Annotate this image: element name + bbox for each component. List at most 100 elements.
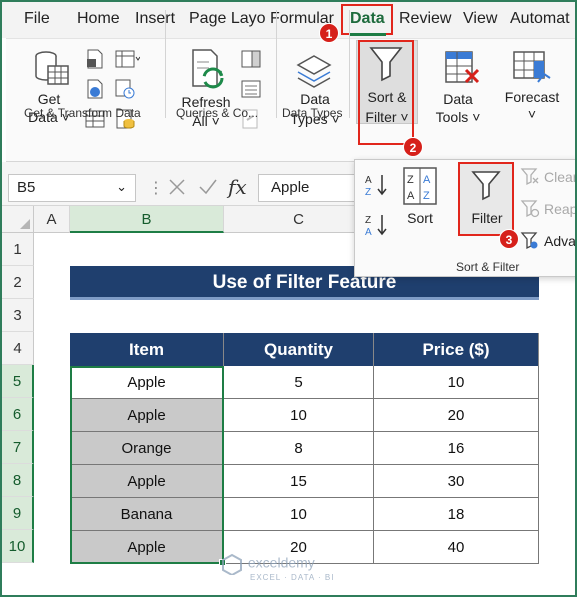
table-header-quantity[interactable]: Quantity (224, 333, 374, 366)
reapply-icon (520, 200, 540, 218)
svg-text:A: A (407, 190, 415, 202)
enter-check-icon[interactable] (198, 178, 218, 196)
svg-text:A: A (365, 227, 372, 238)
properties-icon[interactable] (240, 78, 262, 100)
advanced-filter-icon[interactable] (520, 230, 540, 250)
table-cell[interactable]: 15 (224, 465, 374, 498)
data-tools-icon (445, 51, 480, 84)
row-header-6[interactable]: 6 (2, 398, 34, 431)
step-badge-2: 2 (403, 137, 423, 157)
step-badge-3: 3 (499, 229, 519, 249)
svg-text:A: A (423, 174, 431, 186)
row-header-3[interactable]: 3 (2, 299, 34, 332)
group-label-data-types: Data Types (282, 106, 343, 120)
column-header-a[interactable]: A (34, 206, 70, 233)
table-cell[interactable]: 20 (374, 399, 539, 432)
sort-button[interactable]: Sort (398, 209, 442, 227)
tab-review[interactable]: Review (399, 10, 451, 28)
from-table-icon[interactable] (114, 48, 140, 70)
watermark-tagline: EXCEL · DATA · BI (250, 573, 335, 582)
svg-text:Z: Z (423, 190, 430, 202)
row-header-1[interactable]: 1 (2, 233, 34, 266)
from-web-icon[interactable] (84, 78, 106, 100)
tab-home[interactable]: Home (77, 10, 120, 28)
more-options-icon[interactable]: ⋮ (148, 178, 164, 198)
formula-input-value: Apple (271, 179, 310, 196)
clear-filter-icon (520, 168, 539, 186)
table-cell[interactable]: Orange (70, 432, 224, 465)
reapply-button: Reap (544, 201, 577, 217)
tab-automate[interactable]: Automat (510, 10, 570, 28)
group-separator (165, 10, 166, 118)
svg-text:A: A (365, 175, 372, 186)
group-separator (276, 10, 277, 118)
row-header-9[interactable]: 9 (2, 497, 34, 530)
tab-page-layout[interactable]: Page Layo (189, 10, 266, 28)
table-cell[interactable]: 8 (224, 432, 374, 465)
watermark-logo-icon (222, 553, 242, 577)
queries-connections-icon[interactable] (240, 48, 262, 70)
insert-function-icon[interactable]: fx (228, 175, 247, 199)
forecast-icon (513, 51, 551, 83)
table-cell[interactable]: 40 (374, 531, 539, 564)
from-text-icon[interactable] (84, 48, 106, 70)
row-header-10[interactable]: 10 (2, 530, 34, 563)
table-cell[interactable]: 5 (224, 366, 374, 399)
tab-view[interactable]: View (463, 10, 497, 28)
table-cell[interactable]: Apple (70, 366, 224, 399)
cancel-icon[interactable] (168, 178, 186, 196)
group-separator (349, 10, 350, 118)
forecast-label[interactable]: Forecast (500, 88, 564, 106)
table-cell[interactable]: Apple (70, 531, 224, 564)
formula-input[interactable]: Apple (258, 174, 358, 202)
select-all-button[interactable] (2, 206, 34, 233)
svg-text:Z: Z (365, 215, 371, 226)
tab-insert[interactable]: Insert (135, 10, 175, 28)
excel-window: File Home Insert Page Layo Formular Data… (0, 0, 577, 597)
table-header-item[interactable]: Item (70, 333, 224, 366)
recent-sources-icon[interactable] (114, 78, 136, 100)
table-cell[interactable]: 16 (374, 432, 539, 465)
sort-z-to-a-icon[interactable]: Z A (364, 212, 390, 238)
column-header-c[interactable]: C (224, 206, 374, 233)
refresh-all-icon (192, 49, 224, 89)
active-tab-underline (350, 33, 386, 36)
name-box[interactable]: B5 ⌄ (8, 174, 136, 202)
table-cell[interactable]: 10 (224, 498, 374, 531)
forecast-dropdown[interactable]: ˅ (522, 105, 542, 123)
filter-button-label[interactable]: Filter (462, 209, 512, 227)
data-tools-label-2[interactable]: Tools ˅ (428, 108, 488, 126)
step-badge-1: 1 (319, 23, 339, 43)
table-cell[interactable]: Banana (70, 498, 224, 531)
menu-bar: File Home Insert Page Layo Formular Data… (2, 2, 575, 38)
group-label-get-transform: Get & Transform Data (24, 106, 141, 120)
row-header-5[interactable]: 5 (2, 365, 34, 398)
column-header-b[interactable]: B (70, 206, 224, 233)
filter-funnel-icon (471, 171, 501, 201)
chevron-down-icon[interactable]: ⌄ (116, 179, 127, 195)
sort-filter-highlight (358, 40, 414, 145)
tab-file[interactable]: File (24, 10, 50, 28)
get-data-icon (35, 51, 69, 85)
name-box-value: B5 (17, 179, 36, 196)
table-cell[interactable]: Apple (70, 399, 224, 432)
group-label-sort-filter: Sort & Filter (456, 260, 520, 274)
row-header-2[interactable]: 2 (2, 266, 34, 299)
watermark-name: exceldemy (247, 554, 315, 571)
table-cell[interactable]: Apple (70, 465, 224, 498)
row-header-8[interactable]: 8 (2, 464, 34, 497)
watermark: exceldemy EXCEL · DATA · BI (220, 553, 334, 582)
svg-text:Z: Z (407, 174, 414, 186)
table-header-price[interactable]: Price ($) (374, 333, 539, 366)
table-cell[interactable]: 30 (374, 465, 539, 498)
data-types-icon (296, 55, 332, 88)
table-cell[interactable]: 10 (224, 399, 374, 432)
row-header-4[interactable]: 4 (2, 332, 34, 365)
sort-a-to-z-icon[interactable]: A Z (364, 172, 390, 198)
table-cell[interactable]: 18 (374, 498, 539, 531)
advanced-button[interactable]: Adva (544, 232, 575, 250)
table-cell[interactable]: 10 (374, 366, 539, 399)
data-tools-label-1[interactable]: Data (434, 90, 482, 108)
row-header-7[interactable]: 7 (2, 431, 34, 464)
clear-button: Clear (544, 169, 577, 185)
